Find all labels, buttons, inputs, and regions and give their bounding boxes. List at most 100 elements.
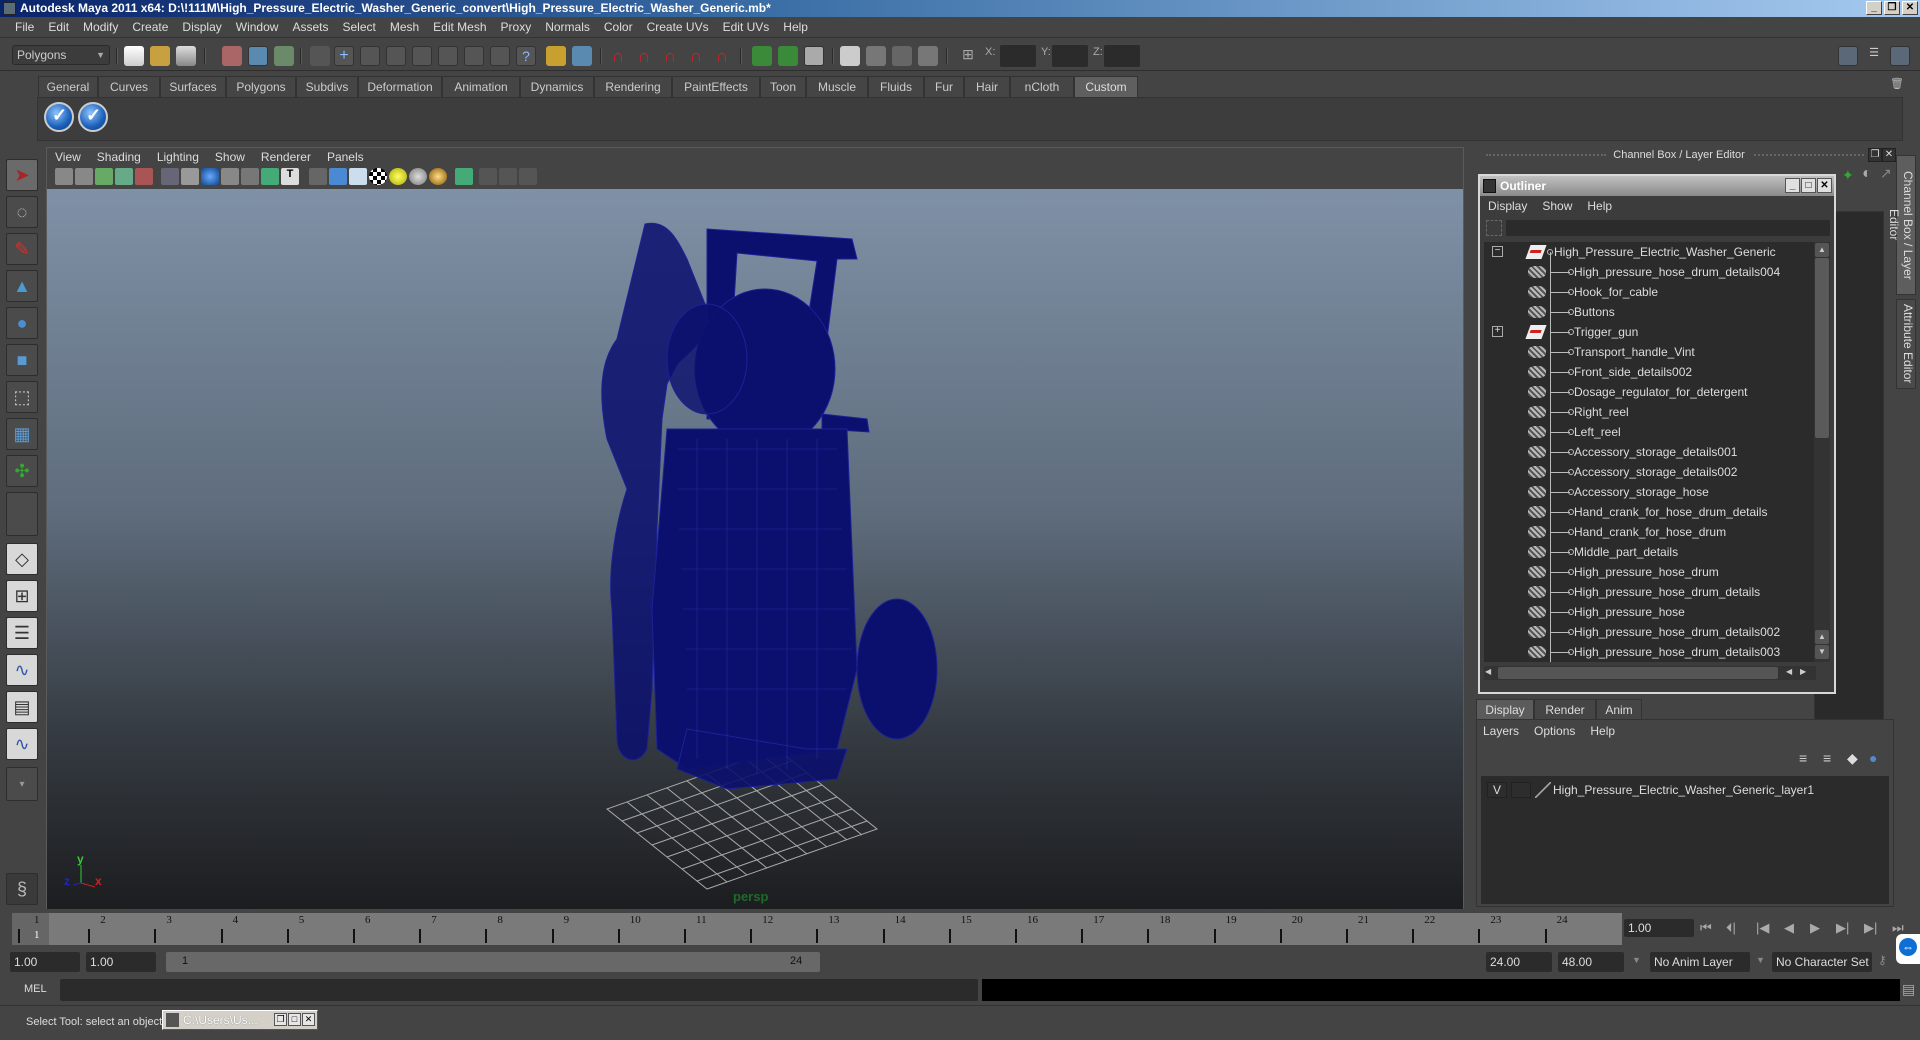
time-slider[interactable]: 1 2 3 4 5 6 7 8 9 10 11 12 13 14 15 16 17 18 19 20 21 22 23 24 1 — [12, 913, 1622, 945]
shelf-tab-surfaces[interactable]: Surfaces — [160, 76, 226, 97]
ipr-render-icon[interactable] — [892, 46, 912, 66]
outliner-menu-show[interactable]: Show — [1542, 199, 1572, 213]
menu-mesh[interactable]: Mesh — [383, 20, 426, 34]
snap-view-plane-icon[interactable]: ∩ — [686, 46, 706, 66]
share-icon[interactable] — [519, 168, 537, 185]
soft-modification-button[interactable]: ▦ — [6, 418, 38, 450]
smooth-shade-icon[interactable] — [329, 168, 347, 185]
film-gate-icon[interactable] — [181, 168, 199, 185]
render-view-icon[interactable] — [840, 46, 860, 66]
input-mode-icon[interactable]: ⊞ — [958, 46, 978, 66]
key-icon[interactable]: ⚷ — [1878, 953, 1887, 967]
shelf-delete-icon[interactable]: 🗑 — [1890, 77, 1904, 90]
y-field[interactable] — [1052, 45, 1088, 67]
side-tab-attribute-editor[interactable]: Attribute Editor — [1896, 299, 1916, 389]
character-set-dropdown[interactable]: No Character Set — [1772, 952, 1872, 972]
layer-display-type-toggle[interactable] — [1511, 782, 1531, 798]
camera-attributes-icon[interactable] — [75, 168, 93, 185]
scroll-left-icon[interactable]: ◀ — [1786, 667, 1792, 676]
layer-tab-render[interactable]: Render — [1534, 699, 1596, 719]
minimized-window-button[interactable]: C:\Users\Us... ❐ □ ✕ — [162, 1010, 318, 1030]
outliner-filter-input[interactable] — [1506, 220, 1830, 236]
layer-row[interactable]: V High_Pressure_Electric_Washer_Generic_… — [1481, 780, 1889, 800]
menu-color[interactable]: Color — [597, 20, 640, 34]
step-forward-key-button[interactable]: ▶| — [1836, 920, 1849, 936]
output-connections-icon[interactable] — [778, 46, 798, 66]
x-field[interactable] — [1000, 45, 1036, 67]
bookmarks-icon[interactable] — [95, 168, 113, 185]
construction-history-icon[interactable] — [804, 46, 824, 66]
outliner-item[interactable]: High_pressure_hose_drum — [1484, 562, 1816, 582]
save-scene-icon[interactable] — [176, 46, 196, 66]
toggle-channel-box-icon[interactable] — [1890, 46, 1910, 66]
outliner-item[interactable]: Hook_for_cable — [1484, 282, 1816, 302]
select-deformations-icon[interactable] — [438, 46, 458, 66]
shelf-tab-ncloth[interactable]: nCloth — [1010, 76, 1074, 97]
new-empty-layer-icon[interactable]: ◆ — [1847, 750, 1858, 767]
layer-menu-options[interactable]: Options — [1534, 724, 1575, 738]
select-dynamics-icon[interactable] — [464, 46, 484, 66]
drag-handle[interactable] — [1754, 154, 1864, 157]
scroll-thumb[interactable] — [1815, 258, 1829, 438]
maximize-button[interactable]: □ — [288, 1013, 301, 1026]
dock-close-button[interactable]: ✕ — [1882, 148, 1896, 162]
persp-outliner-layout-button[interactable]: ☰ — [6, 617, 38, 649]
menu-edit[interactable]: Edit — [41, 20, 76, 34]
menu-display[interactable]: Display — [175, 20, 228, 34]
play-forwards-button[interactable]: ▶ — [1810, 920, 1820, 936]
restore-button[interactable]: ❐ — [274, 1013, 287, 1026]
layer-tab-display[interactable]: Display — [1476, 699, 1534, 719]
restore-button[interactable]: ❐ — [1884, 1, 1900, 15]
select-misc-icon[interactable]: ? — [516, 46, 536, 66]
menu-assets[interactable]: Assets — [285, 20, 335, 34]
shelf-tab-rendering[interactable]: Rendering — [594, 76, 672, 97]
new-layer-from-selected-icon[interactable]: ● — [1869, 750, 1877, 766]
playback-start-field[interactable]: 1.00 — [86, 952, 156, 972]
step-forward-frame-button[interactable]: ▶| — [1864, 920, 1877, 936]
shelf-tab-fur[interactable]: Fur — [924, 76, 964, 97]
viewport-menu-renderer[interactable]: Renderer — [261, 150, 319, 164]
menu-edit-uvs[interactable]: Edit UVs — [716, 20, 777, 34]
filter-icon[interactable] — [1486, 220, 1502, 236]
open-scene-icon[interactable] — [150, 46, 170, 66]
select-joints-icon[interactable] — [360, 46, 380, 66]
viewport-menu-show[interactable]: Show — [215, 150, 253, 164]
outliner-item[interactable]: Buttons — [1484, 302, 1816, 322]
side-tab-channel-box[interactable]: Channel Box / Layer Editor — [1887, 155, 1916, 295]
render-current-frame-icon[interactable] — [866, 46, 886, 66]
perspective-viewport[interactable]: y x z persp — [47, 189, 1463, 909]
menu-set-dropdown[interactable]: Polygons ▼ — [12, 45, 110, 65]
play-backwards-button[interactable]: ◀ — [1784, 920, 1794, 936]
select-surfaces-icon[interactable] — [412, 46, 432, 66]
viewport-menu-shading[interactable]: Shading — [97, 150, 149, 164]
outliner-menu-display[interactable]: Display — [1488, 199, 1527, 213]
select-by-hierarchy-icon[interactable] — [222, 46, 242, 66]
two-d-pan-zoom-icon[interactable] — [135, 168, 153, 185]
grid-icon[interactable] — [161, 168, 179, 185]
outliner-item[interactable]: Accessory_storage_details002 — [1484, 462, 1816, 482]
layer-tab-anim[interactable]: Anim — [1596, 699, 1642, 719]
shadows-icon[interactable] — [409, 168, 427, 185]
viewport-menu-view[interactable]: View — [55, 150, 89, 164]
outliner-item[interactable]: High_pressure_hose_drum_details003 — [1484, 642, 1816, 662]
maya-logo-button[interactable]: § — [6, 873, 38, 905]
render-settings-icon[interactable] — [918, 46, 938, 66]
outliner-item[interactable]: Right_reel — [1484, 402, 1816, 422]
outliner-horizontal-scrollbar[interactable]: ◀ ◀ ▶ — [1484, 666, 1816, 680]
minimize-button[interactable]: _ — [1866, 1, 1882, 15]
resolution-gate-icon[interactable] — [201, 168, 219, 185]
new-scene-icon[interactable] — [124, 46, 144, 66]
outliner-item[interactable]: High_pressure_hose — [1484, 602, 1816, 622]
outliner-vertical-scrollbar[interactable]: ▲ ▲ ▼ — [1814, 242, 1830, 662]
end-time-field[interactable]: 48.00 — [1558, 952, 1624, 972]
shelf-tab-subdivs[interactable]: Subdivs — [296, 76, 358, 97]
outliner-item[interactable]: Accessory_storage_hose — [1484, 482, 1816, 502]
scroll-up-icon[interactable]: ▲ — [1815, 630, 1829, 644]
move-layer-down-icon[interactable]: ≡ — [1823, 750, 1831, 766]
rotate-tool-button[interactable]: ● — [6, 307, 38, 339]
scroll-down-icon[interactable]: ▼ — [1815, 645, 1829, 659]
universal-manipulator-button[interactable]: ⬚ — [6, 381, 38, 413]
current-frame-field[interactable]: 1.00 — [1624, 919, 1694, 937]
outliner-menu-help[interactable]: Help — [1587, 199, 1612, 213]
outliner-item[interactable]: Front_side_details002 — [1484, 362, 1816, 382]
